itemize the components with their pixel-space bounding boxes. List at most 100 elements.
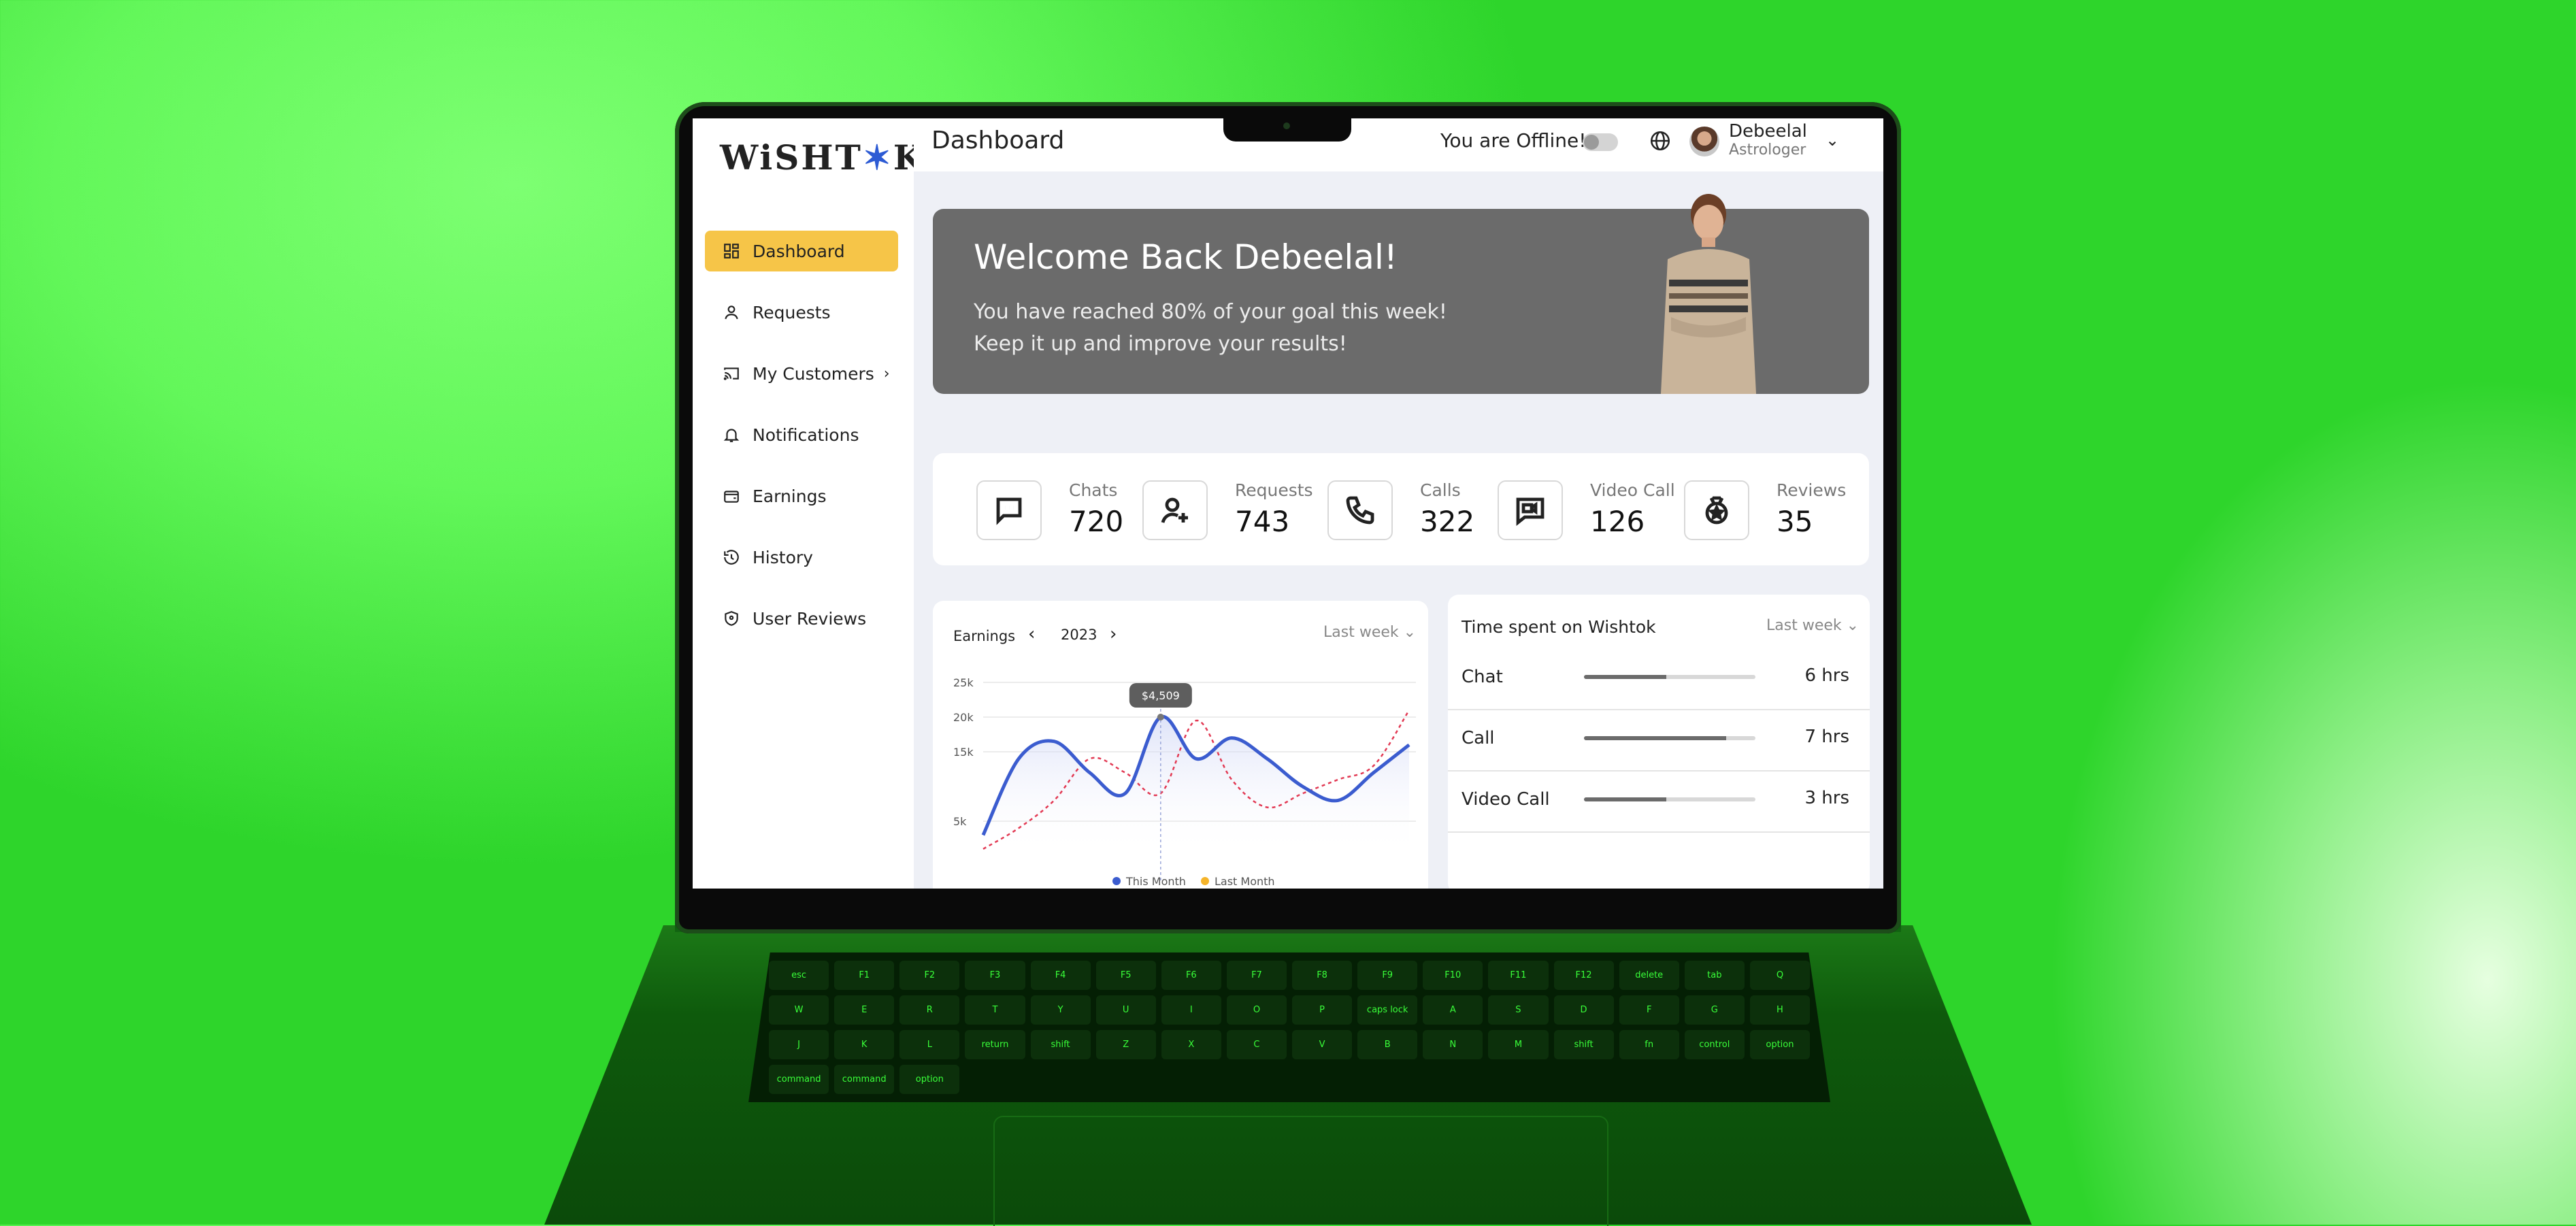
earnings-title: Earnings (953, 628, 1016, 644)
phone-icon (1327, 480, 1393, 540)
globe-icon[interactable] (1649, 129, 1672, 152)
wishtok-logo[interactable]: WiSHT✶K (720, 137, 925, 178)
keyboard-key: F1 (834, 961, 895, 990)
keyboard-key: R (899, 995, 960, 1025)
stat-label: Calls (1420, 480, 1461, 500)
keyboard-key: T (965, 995, 1025, 1025)
y-tick-label: 20k (953, 711, 974, 724)
keyboard-key: option (1749, 1030, 1810, 1059)
keyboard-key: control (1684, 1030, 1745, 1059)
chevron-right-icon: › (883, 365, 890, 382)
chevron-right-icon[interactable]: › (1110, 624, 1117, 644)
sidebar-item-user-reviews[interactable]: User Reviews (705, 598, 898, 639)
keyboard-key: F4 (1030, 961, 1091, 990)
tooltip-text: $4,509 (1142, 689, 1180, 702)
highlight-point (1157, 714, 1164, 720)
keyboard-key: command (834, 1065, 895, 1094)
keyboard-key: K (834, 1030, 895, 1059)
keyboard-key: command (769, 1065, 829, 1094)
keyboard-key: U (1095, 995, 1156, 1025)
keyboard-key: J (769, 1030, 829, 1059)
bell-icon (723, 429, 740, 442)
avatar[interactable] (1689, 127, 1719, 156)
legend-marker (1201, 877, 1209, 885)
earnings-period-select[interactable]: Last week ⌄ (1323, 624, 1416, 641)
this-month-area (983, 716, 1409, 856)
welcome-title: Welcome Back Debeelal! (974, 237, 1398, 277)
sidebar-item-requests[interactable]: Requests (705, 292, 898, 333)
keyboard-key: shift (1030, 1030, 1091, 1059)
keyboard-key: A (1423, 995, 1483, 1025)
wallet-icon (724, 491, 739, 503)
keyboard-key: S (1488, 995, 1549, 1025)
keyboard-key: G (1684, 995, 1745, 1025)
keyboard-key: D (1553, 995, 1614, 1025)
progress-track (1584, 797, 1755, 801)
time-row-label: Chat (1462, 667, 1503, 687)
legend-label: Last Month (1215, 875, 1275, 888)
stat-value: 720 (1069, 505, 1124, 538)
chevron-down-icon[interactable]: ⌄ (1826, 131, 1839, 150)
stat-value: 35 (1777, 505, 1813, 538)
goal-text: You have reached 80% of your goal this w… (974, 296, 1447, 360)
stat-label: Reviews (1777, 480, 1847, 500)
time-spent-period-select[interactable]: Last week ⌄ (1766, 617, 1859, 634)
keyboard-key: F10 (1423, 961, 1483, 990)
sidebar-item-my-customers[interactable]: My Customers › (705, 353, 898, 394)
keyboard-key: E (834, 995, 895, 1025)
sidebar-item-label: Notifications (753, 425, 859, 445)
user-name[interactable]: Debeelal (1729, 121, 1807, 142)
keyboard-key: C (1226, 1030, 1287, 1059)
sidebar-item-earnings[interactable]: Earnings (705, 476, 898, 516)
earnings-year: 2023 (1061, 627, 1097, 643)
legend-marker (1112, 877, 1121, 885)
keyboard-key: O (1226, 995, 1287, 1025)
keyboard-key: P (1292, 995, 1353, 1025)
goal-line-1: You have reached 80% of your goal this w… (974, 300, 1447, 324)
stats-card: Chats 720 Requests 743 Calls 322 Video C… (933, 453, 1869, 565)
camera-icon (1283, 122, 1290, 129)
keyboard-key: esc (769, 961, 829, 990)
progress-fill (1584, 736, 1727, 740)
stat-value: 126 (1590, 505, 1645, 538)
earnings-chart: 25k 20k 15k 5k $4,509 This Month Last Month (953, 676, 1416, 888)
keyboard-key: W (769, 995, 829, 1025)
sidebar-item-notifications[interactable]: Notifications (705, 414, 898, 455)
sidebar: WiSHT✶K Dashboard Requests My Customers … (693, 118, 923, 889)
history-icon (724, 550, 739, 565)
keyboard-key: Q (1749, 961, 1810, 990)
welcome-banner: Welcome Back Debeelal! You have reached … (933, 194, 1869, 394)
time-row-value: 7 hrs (1804, 727, 1849, 747)
sidebar-item-label: User Reviews (753, 608, 867, 629)
progress-fill (1584, 797, 1666, 801)
medal-icon (1684, 480, 1749, 540)
time-row-video-call: Video Call 3 hrs (1448, 770, 1870, 833)
sidebar-item-label: Requests (753, 302, 831, 322)
keyboard-key: caps lock (1357, 995, 1418, 1025)
y-tick-label: 5k (953, 815, 967, 828)
online-toggle[interactable] (1583, 133, 1618, 151)
keyboard-key: H (1749, 995, 1810, 1025)
keyboard-key: F7 (1226, 961, 1287, 990)
keyboard-key: L (899, 1030, 960, 1059)
progress-track (1584, 675, 1755, 679)
earnings-card: Earnings ‹ 2023 › Last week ⌄ 25k 20k 15k 5… (933, 601, 1428, 889)
keyboard-key: F12 (1553, 961, 1614, 990)
video-chat-icon (1498, 480, 1563, 540)
trackpad (993, 1116, 1608, 1226)
progress-track (1584, 736, 1755, 740)
y-tick-label: 15k (953, 746, 974, 759)
keyboard: esc F1 F2 F3 F4 F5 F6 F7 F8 F9 F10 F11 F12 delete tab Q… (748, 952, 1830, 1102)
keyboard-key: B (1357, 1030, 1418, 1059)
sidebar-item-history[interactable]: History (705, 537, 898, 578)
stat-label: Chats (1069, 480, 1118, 500)
keyboard-key: Z (1095, 1030, 1156, 1059)
laptop-screen: WiSHT✶K Dashboard Requests My Customers … (693, 118, 1883, 889)
time-row-call: Call 7 hrs (1448, 709, 1870, 772)
sidebar-item-label: Dashboard (753, 241, 845, 261)
sidebar-item-dashboard[interactable]: Dashboard (705, 231, 898, 271)
chevron-left-icon[interactable]: ‹ (1028, 624, 1035, 644)
keyboard-key: F (1619, 995, 1679, 1025)
stat-label: Video Call (1590, 480, 1675, 500)
keyboard-key: option (899, 1065, 960, 1094)
